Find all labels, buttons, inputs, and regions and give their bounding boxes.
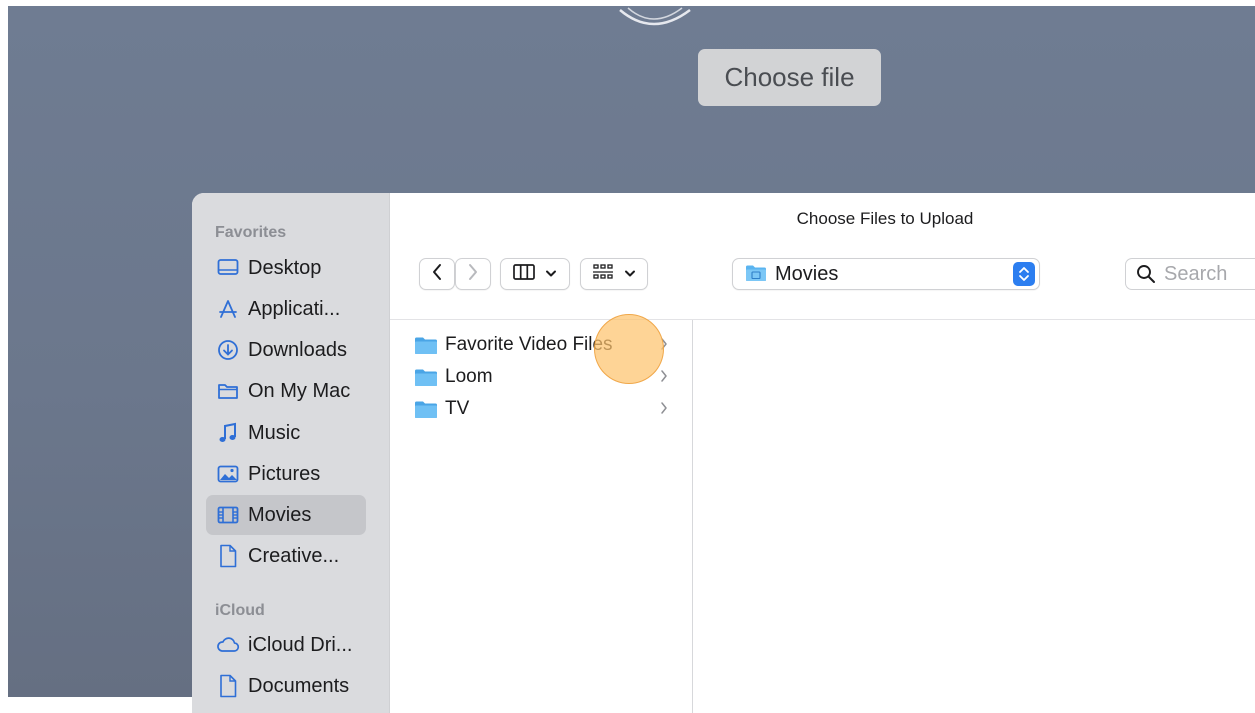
sidebar-item-icloud-drive[interactable]: iCloud Dri... bbox=[206, 625, 366, 665]
movies-folder-icon bbox=[745, 264, 767, 287]
favorites-section-label: Favorites bbox=[215, 224, 287, 241]
file-name: Loom bbox=[445, 366, 493, 387]
forward-button[interactable] bbox=[455, 258, 491, 290]
grid-icon bbox=[592, 263, 614, 286]
sidebar-item-label: Movies bbox=[248, 503, 312, 526]
chevron-down-icon bbox=[545, 265, 557, 283]
popup-stepper-icon bbox=[1013, 262, 1035, 286]
group-button[interactable] bbox=[580, 258, 648, 290]
columns-view-icon bbox=[513, 263, 535, 285]
document-icon bbox=[216, 544, 240, 568]
sidebar-item-pictures[interactable]: Pictures bbox=[206, 454, 366, 494]
sidebar-item-movies[interactable]: Movies bbox=[206, 495, 366, 535]
pictures-icon bbox=[216, 462, 240, 486]
sidebar-item-on-my-mac[interactable]: On My Mac bbox=[206, 371, 366, 411]
icloud-section-label: iCloud bbox=[215, 602, 265, 619]
location-label: Movies bbox=[775, 263, 839, 285]
desktop-icon bbox=[216, 256, 240, 280]
search-input[interactable] bbox=[1164, 262, 1255, 286]
sidebar-item-creative[interactable]: Creative... bbox=[206, 536, 366, 576]
location-popup[interactable]: Movies bbox=[732, 258, 1040, 290]
sidebar-item-label: iCloud Dri... bbox=[248, 633, 353, 656]
dialog-title: Choose Files to Upload bbox=[796, 209, 974, 228]
dialog-main: Choose Files to Upload Movies Search Fav… bbox=[390, 193, 1255, 713]
folder-icon bbox=[414, 400, 438, 424]
sidebar-item-label: Applicati... bbox=[248, 297, 341, 320]
file-name: TV bbox=[445, 398, 470, 419]
sidebar-item-label: Music bbox=[248, 421, 301, 444]
folder-icon bbox=[414, 368, 438, 392]
folder-icon bbox=[216, 379, 240, 403]
sidebar-item-label: Documents bbox=[248, 674, 350, 697]
sidebar: Favorites Desktop Applicati... Downloads… bbox=[192, 193, 390, 713]
sidebar-item-label: On My Mac bbox=[248, 379, 351, 402]
search-icon bbox=[1136, 264, 1156, 289]
chevron-right-icon bbox=[660, 401, 668, 420]
chevron-left-icon bbox=[431, 263, 443, 286]
cloud-icon bbox=[216, 633, 240, 657]
sidebar-item-label: Pictures bbox=[248, 462, 321, 485]
sidebar-item-label: Downloads bbox=[248, 338, 347, 361]
sidebar-item-music[interactable]: Music bbox=[206, 413, 366, 453]
file-picker-dialog: Favorites Desktop Applicati... Downloads… bbox=[192, 193, 1255, 713]
sidebar-item-applications[interactable]: Applicati... bbox=[206, 289, 366, 329]
chevron-right-icon bbox=[660, 337, 668, 356]
downloads-icon bbox=[216, 338, 240, 362]
sidebar-item-label: Creative... bbox=[248, 544, 340, 567]
chevron-right-icon bbox=[467, 263, 479, 286]
upload-icon bbox=[619, 7, 691, 26]
list-item-loom[interactable]: Loom bbox=[390, 361, 692, 393]
back-button[interactable] bbox=[419, 258, 455, 290]
search-field[interactable] bbox=[1125, 258, 1255, 290]
sidebar-item-documents[interactable]: Documents bbox=[206, 666, 366, 706]
applications-icon bbox=[216, 297, 240, 321]
view-mode-button[interactable] bbox=[500, 258, 570, 290]
movies-icon bbox=[216, 503, 240, 527]
list-item-favorite-video-files[interactable]: Favorite Video Files bbox=[390, 329, 692, 361]
chevron-right-icon bbox=[660, 369, 668, 388]
document-icon bbox=[216, 674, 240, 698]
list-item-tv[interactable]: TV bbox=[390, 393, 692, 425]
sidebar-item-label: Desktop bbox=[248, 256, 322, 279]
chevron-down-icon bbox=[624, 265, 636, 283]
folder-icon bbox=[414, 336, 438, 360]
music-icon bbox=[216, 421, 240, 445]
choose-file-button[interactable]: Choose file bbox=[698, 49, 881, 106]
file-name: Favorite Video Files bbox=[445, 334, 613, 355]
sidebar-item-desktop[interactable]: Desktop bbox=[206, 248, 366, 288]
browser-column: Favorite Video Files Loom TV bbox=[390, 320, 693, 713]
sidebar-item-downloads[interactable]: Downloads bbox=[206, 330, 366, 370]
